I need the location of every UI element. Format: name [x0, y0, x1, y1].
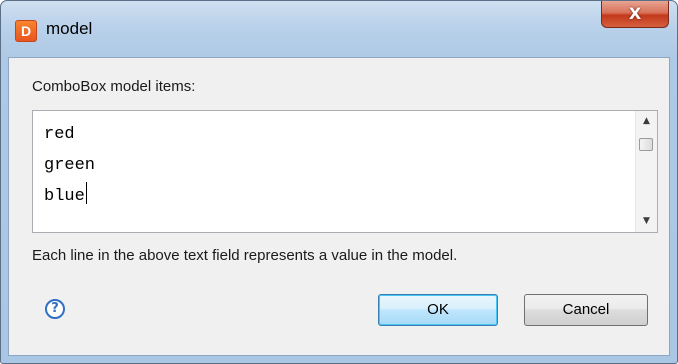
title-bar[interactable]: D model X — [1, 1, 677, 57]
scroll-down-arrow-icon[interactable]: ▼ — [636, 213, 657, 230]
close-icon: X — [628, 4, 642, 23]
textarea-content[interactable]: red green blue — [44, 119, 95, 212]
vertical-scrollbar[interactable]: ▲ ▼ — [635, 111, 657, 232]
close-button[interactable]: X — [601, 1, 669, 28]
model-items-textarea[interactable]: red green blue ▲ ▼ — [32, 110, 658, 233]
items-field-label: ComboBox model items: — [32, 78, 196, 95]
dialog-window: D model X ComboBox model items: red gree… — [0, 0, 678, 364]
window-title: model — [46, 19, 93, 38]
scroll-up-arrow-icon[interactable]: ▲ — [636, 113, 657, 130]
help-description: Each line in the above text field repres… — [32, 247, 458, 264]
model-item-line[interactable]: blue — [44, 181, 95, 212]
app-logo-icon: D — [15, 20, 37, 42]
model-item-line[interactable]: green — [44, 150, 95, 181]
help-icon[interactable]: ? — [45, 299, 65, 319]
model-item-line[interactable]: red — [44, 119, 95, 150]
cancel-button[interactable]: Cancel — [524, 294, 648, 326]
text-caret — [85, 182, 87, 204]
model-item-text: blue — [44, 187, 85, 206]
ok-button[interactable]: OK — [378, 294, 498, 326]
scrollbar-thumb[interactable] — [639, 138, 653, 151]
